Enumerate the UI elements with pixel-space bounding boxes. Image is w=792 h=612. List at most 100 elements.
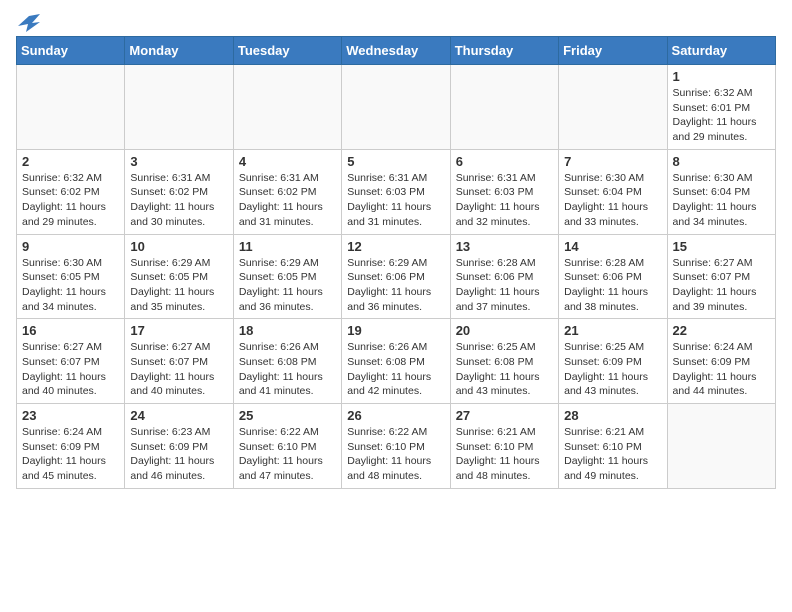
- calendar-cell: 4 Sunrise: 6:31 AM Sunset: 6:02 PM Daylig…: [233, 149, 341, 234]
- calendar-cell: 3 Sunrise: 6:31 AM Sunset: 6:02 PM Daylig…: [125, 149, 233, 234]
- calendar-cell: 15 Sunrise: 6:27 AM Sunset: 6:07 PM Dayli…: [667, 234, 775, 319]
- day-number: 8: [673, 154, 770, 169]
- day-info: Sunrise: 6:32 AM Sunset: 6:01 PM Dayligh…: [673, 86, 770, 145]
- day-number: 16: [22, 323, 119, 338]
- day-number: 4: [239, 154, 336, 169]
- calendar-cell: 1 Sunrise: 6:32 AM Sunset: 6:01 PM Daylig…: [667, 65, 775, 150]
- day-number: 25: [239, 408, 336, 423]
- col-header-saturday: Saturday: [667, 37, 775, 65]
- calendar-cell: [450, 65, 558, 150]
- day-info: Sunrise: 6:24 AM Sunset: 6:09 PM Dayligh…: [673, 340, 770, 399]
- calendar-table: SundayMondayTuesdayWednesdayThursdayFrid…: [16, 36, 776, 489]
- day-info: Sunrise: 6:29 AM Sunset: 6:06 PM Dayligh…: [347, 256, 444, 315]
- day-number: 10: [130, 239, 227, 254]
- day-info: Sunrise: 6:25 AM Sunset: 6:08 PM Dayligh…: [456, 340, 553, 399]
- day-number: 6: [456, 154, 553, 169]
- day-info: Sunrise: 6:27 AM Sunset: 6:07 PM Dayligh…: [673, 256, 770, 315]
- day-number: 17: [130, 323, 227, 338]
- day-number: 5: [347, 154, 444, 169]
- calendar-cell: 27Sunrise: 6:21 AM Sunset: 6:10 PM Dayli…: [450, 404, 558, 489]
- page-header: [16, 16, 776, 28]
- day-info: Sunrise: 6:28 AM Sunset: 6:06 PM Dayligh…: [564, 256, 661, 315]
- logo-bird-icon: [18, 14, 40, 32]
- calendar-week-row: 1 Sunrise: 6:32 AM Sunset: 6:01 PM Daylig…: [17, 65, 776, 150]
- day-info: Sunrise: 6:32 AM Sunset: 6:02 PM Dayligh…: [22, 171, 119, 230]
- day-number: 3: [130, 154, 227, 169]
- day-info: Sunrise: 6:30 AM Sunset: 6:04 PM Dayligh…: [673, 171, 770, 230]
- day-info: Sunrise: 6:31 AM Sunset: 6:03 PM Dayligh…: [347, 171, 444, 230]
- calendar-cell: 16 Sunrise: 6:27 AM Sunset: 6:07 PM Dayli…: [17, 319, 125, 404]
- calendar-header-row: SundayMondayTuesdayWednesdayThursdayFrid…: [17, 37, 776, 65]
- calendar-cell: [125, 65, 233, 150]
- col-header-monday: Monday: [125, 37, 233, 65]
- day-info: Sunrise: 6:27 AM Sunset: 6:07 PM Dayligh…: [22, 340, 119, 399]
- day-number: 21: [564, 323, 661, 338]
- day-number: 1: [673, 69, 770, 84]
- calendar-cell: [342, 65, 450, 150]
- calendar-cell: 5 Sunrise: 6:31 AM Sunset: 6:03 PM Daylig…: [342, 149, 450, 234]
- day-number: 22: [673, 323, 770, 338]
- calendar-cell: 6 Sunrise: 6:31 AM Sunset: 6:03 PM Daylig…: [450, 149, 558, 234]
- calendar-cell: 9 Sunrise: 6:30 AM Sunset: 6:05 PM Daylig…: [17, 234, 125, 319]
- calendar-cell: 8 Sunrise: 6:30 AM Sunset: 6:04 PM Daylig…: [667, 149, 775, 234]
- calendar-cell: 26 Sunrise: 6:22 AM Sunset: 6:10 PM Dayli…: [342, 404, 450, 489]
- calendar-cell: [559, 65, 667, 150]
- day-number: 9: [22, 239, 119, 254]
- logo: [16, 16, 40, 28]
- day-info: Sunrise: 6:31 AM Sunset: 6:02 PM Dayligh…: [239, 171, 336, 230]
- day-number: 7: [564, 154, 661, 169]
- col-header-friday: Friday: [559, 37, 667, 65]
- col-header-tuesday: Tuesday: [233, 37, 341, 65]
- calendar-cell: [233, 65, 341, 150]
- day-info: Sunrise: 6:26 AM Sunset: 6:08 PM Dayligh…: [239, 340, 336, 399]
- day-number: 28: [564, 408, 661, 423]
- calendar-cell: 23 Sunrise: 6:24 AM Sunset: 6:09 PM Dayli…: [17, 404, 125, 489]
- calendar-cell: 20 Sunrise: 6:25 AM Sunset: 6:08 PM Dayli…: [450, 319, 558, 404]
- calendar-week-row: 16 Sunrise: 6:27 AM Sunset: 6:07 PM Dayli…: [17, 319, 776, 404]
- day-info: Sunrise: 6:29 AM Sunset: 6:05 PM Dayligh…: [239, 256, 336, 315]
- col-header-wednesday: Wednesday: [342, 37, 450, 65]
- day-info: Sunrise: 6:29 AM Sunset: 6:05 PM Dayligh…: [130, 256, 227, 315]
- day-info: Sunrise: 6:28 AM Sunset: 6:06 PM Dayligh…: [456, 256, 553, 315]
- calendar-cell: 13 Sunrise: 6:28 AM Sunset: 6:06 PM Dayli…: [450, 234, 558, 319]
- day-number: 12: [347, 239, 444, 254]
- calendar-cell: 22 Sunrise: 6:24 AM Sunset: 6:09 PM Dayli…: [667, 319, 775, 404]
- day-number: 2: [22, 154, 119, 169]
- col-header-thursday: Thursday: [450, 37, 558, 65]
- calendar-cell: 2 Sunrise: 6:32 AM Sunset: 6:02 PM Daylig…: [17, 149, 125, 234]
- calendar-week-row: 23 Sunrise: 6:24 AM Sunset: 6:09 PM Dayli…: [17, 404, 776, 489]
- calendar-cell: 17 Sunrise: 6:27 AM Sunset: 6:07 PM Dayli…: [125, 319, 233, 404]
- day-info: Sunrise: 6:21 AM Sunset: 6:10 PM Dayligh…: [456, 425, 553, 484]
- day-info: Sunrise: 6:30 AM Sunset: 6:04 PM Dayligh…: [564, 171, 661, 230]
- calendar-cell: 21 Sunrise: 6:25 AM Sunset: 6:09 PM Dayli…: [559, 319, 667, 404]
- day-info: Sunrise: 6:23 AM Sunset: 6:09 PM Dayligh…: [130, 425, 227, 484]
- day-number: 23: [22, 408, 119, 423]
- calendar-cell: [17, 65, 125, 150]
- calendar-cell: 18 Sunrise: 6:26 AM Sunset: 6:08 PM Dayli…: [233, 319, 341, 404]
- day-info: Sunrise: 6:22 AM Sunset: 6:10 PM Dayligh…: [347, 425, 444, 484]
- calendar-cell: 25 Sunrise: 6:22 AM Sunset: 6:10 PM Dayli…: [233, 404, 341, 489]
- day-info: Sunrise: 6:31 AM Sunset: 6:02 PM Dayligh…: [130, 171, 227, 230]
- col-header-sunday: Sunday: [17, 37, 125, 65]
- calendar-cell: 24 Sunrise: 6:23 AM Sunset: 6:09 PM Dayli…: [125, 404, 233, 489]
- day-number: 13: [456, 239, 553, 254]
- calendar-cell: 28 Sunrise: 6:21 AM Sunset: 6:10 PM Dayli…: [559, 404, 667, 489]
- day-number: 20: [456, 323, 553, 338]
- day-info: Sunrise: 6:27 AM Sunset: 6:07 PM Dayligh…: [130, 340, 227, 399]
- day-number: 15: [673, 239, 770, 254]
- day-number: 26: [347, 408, 444, 423]
- calendar-week-row: 9 Sunrise: 6:30 AM Sunset: 6:05 PM Daylig…: [17, 234, 776, 319]
- calendar-cell: 12 Sunrise: 6:29 AM Sunset: 6:06 PM Dayli…: [342, 234, 450, 319]
- day-number: 18: [239, 323, 336, 338]
- day-info: Sunrise: 6:21 AM Sunset: 6:10 PM Dayligh…: [564, 425, 661, 484]
- day-info: Sunrise: 6:30 AM Sunset: 6:05 PM Dayligh…: [22, 256, 119, 315]
- day-info: Sunrise: 6:22 AM Sunset: 6:10 PM Dayligh…: [239, 425, 336, 484]
- day-info: Sunrise: 6:31 AM Sunset: 6:03 PM Dayligh…: [456, 171, 553, 230]
- day-info: Sunrise: 6:24 AM Sunset: 6:09 PM Dayligh…: [22, 425, 119, 484]
- calendar-cell: 11Sunrise: 6:29 AM Sunset: 6:05 PM Dayli…: [233, 234, 341, 319]
- day-info: Sunrise: 6:26 AM Sunset: 6:08 PM Dayligh…: [347, 340, 444, 399]
- day-number: 14: [564, 239, 661, 254]
- day-number: 24: [130, 408, 227, 423]
- day-info: Sunrise: 6:25 AM Sunset: 6:09 PM Dayligh…: [564, 340, 661, 399]
- calendar-cell: 10 Sunrise: 6:29 AM Sunset: 6:05 PM Dayli…: [125, 234, 233, 319]
